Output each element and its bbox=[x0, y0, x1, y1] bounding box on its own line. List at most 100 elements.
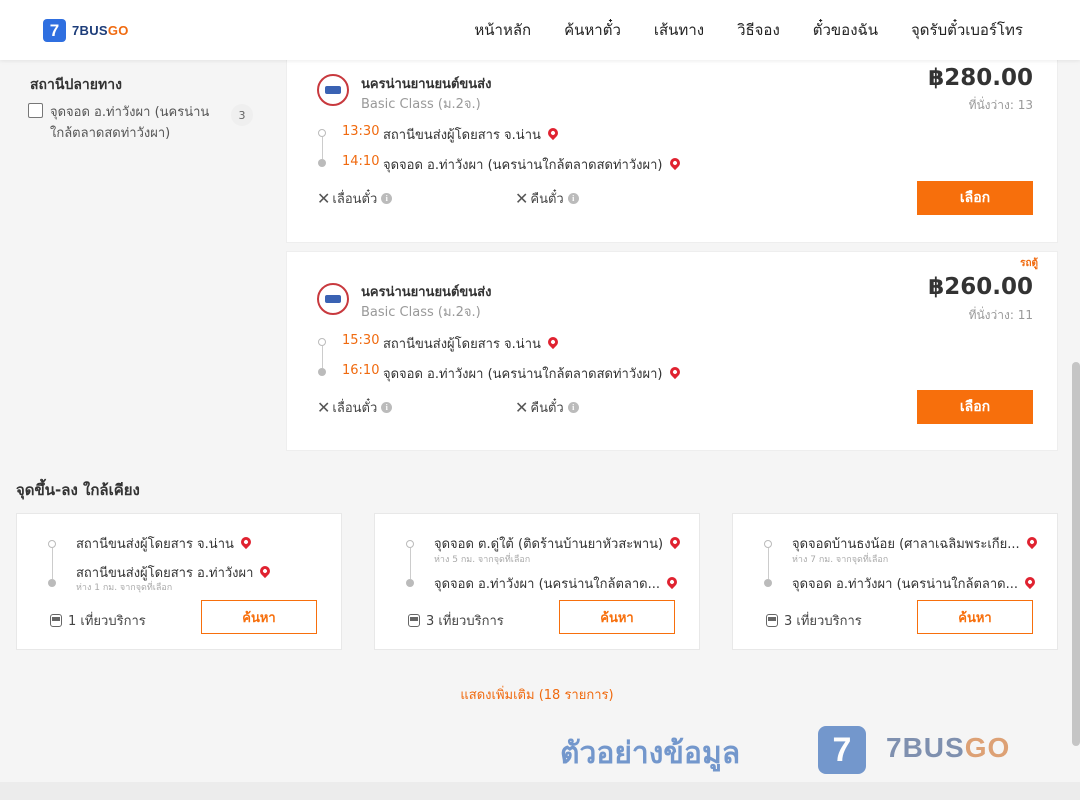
arrive-time: 16:10 bbox=[342, 363, 380, 378]
nav-ticket-pickup[interactable]: จุดรับตั๋วเบอร์โทร bbox=[911, 18, 1023, 42]
map-pin-icon[interactable] bbox=[238, 534, 251, 550]
operator-logo-icon bbox=[317, 74, 349, 106]
info-icon[interactable]: i bbox=[567, 193, 579, 204]
map-pin-icon[interactable] bbox=[667, 155, 682, 171]
map-pin-icon[interactable] bbox=[664, 574, 678, 590]
nav-my-tickets[interactable]: ตั๋วของฉัน bbox=[813, 18, 878, 42]
show-more-link[interactable]: แสดงเพิ่มเติม (18 รายการ) bbox=[0, 684, 1074, 705]
nav-how-to-book[interactable]: วิธีจอง bbox=[737, 18, 780, 42]
vehicle-tag: รถตู้ bbox=[1020, 258, 1038, 269]
nav-routes[interactable]: เส้นทาง bbox=[654, 18, 704, 42]
operator-logo-icon bbox=[317, 283, 349, 315]
depart-time: 13:30 bbox=[342, 124, 380, 139]
operator-name: นครน่านยานยนต์ขนส่ง bbox=[361, 77, 492, 92]
map-pin-icon[interactable] bbox=[1022, 574, 1036, 590]
search-nearby-button[interactable]: ค้นหา bbox=[917, 600, 1033, 634]
nearby-card: จุดจอด ต.ดู่ใต้ (ติดร้านบ้านยาหัวสะพาน) … bbox=[374, 513, 700, 650]
map-pin-icon[interactable] bbox=[545, 334, 560, 350]
map-pin-icon[interactable] bbox=[668, 534, 681, 550]
arrive-time: 14:10 bbox=[342, 154, 380, 169]
site-logo[interactable]: 7 7BUSGO bbox=[43, 19, 129, 42]
info-icon[interactable]: i bbox=[381, 193, 393, 204]
distance-note: ห่าง 7 กม. จากจุดที่เลือก bbox=[792, 555, 889, 565]
nearby-card: จุดจอดบ้านธงน้อย (ศาลาเฉลิมพระเกีย... ห่… bbox=[732, 513, 1058, 650]
destination-checkbox[interactable] bbox=[28, 103, 43, 118]
from-stop: จุดจอด ต.ดู่ใต้ (ติดร้านบ้านยาหัวสะพาน) bbox=[434, 533, 681, 554]
nearby-card: สถานีขนส่งผู้โดยสาร จ.น่าน สถานีขนส่งผู้… bbox=[16, 513, 342, 650]
seats-available: ที่นั่งว่าง: 13 bbox=[968, 98, 1033, 112]
trip-card: นครน่านยานยนต์ขนส่ง Basic Class (ม.2จ.) … bbox=[286, 56, 1058, 243]
map-pin-icon[interactable] bbox=[258, 563, 271, 579]
map-pin-icon[interactable] bbox=[1024, 534, 1037, 550]
map-pin-icon[interactable] bbox=[667, 364, 682, 380]
nearby-stops-title: จุดขึ้น-ลง ใกล้เคียง bbox=[16, 481, 140, 499]
trip-card: รถตู้ นครน่านยานยนต์ขนส่ง Basic Class (ม… bbox=[286, 251, 1058, 451]
arrive-dot bbox=[318, 368, 326, 376]
route-line bbox=[322, 346, 323, 368]
depart-stop: สถานีขนส่งผู้โดยสาร จ.น่าน bbox=[383, 124, 560, 145]
close-icon: ✕ bbox=[317, 189, 331, 208]
destination-filter-title: สถานีปลายทาง bbox=[30, 77, 122, 93]
from-stop: จุดจอดบ้านธงน้อย (ศาลาเฉลิมพระเกีย... bbox=[792, 533, 1037, 554]
depart-time: 15:30 bbox=[342, 333, 380, 348]
route-line bbox=[768, 548, 769, 579]
to-stop: จุดจอด อ.ท่าวังผา (นครน่านใกล้ตลาด... bbox=[792, 573, 1036, 594]
watermark-text: ตัวอย่างข้อมูล bbox=[560, 736, 741, 771]
bus-class: Basic Class (ม.2จ.) bbox=[361, 97, 481, 112]
bus-class: Basic Class (ม.2จ.) bbox=[361, 305, 481, 320]
watermark-brand: 7BUSGO bbox=[886, 732, 1011, 763]
search-nearby-button[interactable]: ค้นหา bbox=[201, 600, 317, 634]
distance-note: ห่าง 1 กม. จากจุดที่เลือก bbox=[76, 583, 173, 593]
close-icon: ✕ bbox=[515, 189, 529, 208]
to-dot bbox=[48, 579, 56, 587]
destination-filter-label: จุดจอด อ.ท่าวังผา (นครน่านใกล้ตลาดสดท่าว… bbox=[50, 105, 210, 141]
to-dot bbox=[406, 579, 414, 587]
trip-count: 1 เที่ยวบริการ bbox=[50, 610, 146, 631]
depart-dot bbox=[318, 338, 326, 346]
route-line bbox=[52, 548, 53, 579]
route-line bbox=[322, 137, 323, 159]
refund-policy: ✕ คืนตั๋ว i bbox=[515, 188, 579, 209]
trip-price: ฿260.00 bbox=[928, 274, 1033, 300]
top-header: 7 7BUSGO หน้าหลัก ค้นหาตั๋ว เส้นทาง วิธี… bbox=[0, 0, 1080, 60]
bus-icon bbox=[766, 614, 778, 627]
arrive-stop: จุดจอด อ.ท่าวังผา (นครน่านใกล้ตลาดสดท่าว… bbox=[383, 154, 682, 175]
depart-stop: สถานีขนส่งผู้โดยสาร จ.น่าน bbox=[383, 333, 560, 354]
nav-search-ticket[interactable]: ค้นหาตั๋ว bbox=[564, 18, 621, 42]
postpone-policy: ✕ เลื่อนตั๋ว i bbox=[317, 397, 393, 418]
to-dot bbox=[764, 579, 772, 587]
select-trip-button[interactable]: เลือก bbox=[917, 181, 1033, 215]
operator-name: นครน่านยานยนต์ขนส่ง bbox=[361, 285, 492, 300]
main-nav: หน้าหลัก ค้นหาตั๋ว เส้นทาง วิธีจอง ตั๋วข… bbox=[441, 0, 1023, 60]
nav-home[interactable]: หน้าหลัก bbox=[474, 18, 531, 42]
destination-filter-count: 3 bbox=[231, 104, 253, 126]
logo-text: 7BUSGO bbox=[72, 23, 129, 38]
trip-price: ฿280.00 bbox=[928, 65, 1033, 91]
select-trip-button[interactable]: เลือก bbox=[917, 390, 1033, 424]
map-pin-icon[interactable] bbox=[545, 125, 560, 141]
from-dot bbox=[764, 540, 772, 548]
bus-icon bbox=[408, 614, 420, 627]
postpone-policy: ✕ เลื่อนตั๋ว i bbox=[317, 188, 393, 209]
info-icon[interactable]: i bbox=[381, 402, 393, 413]
search-nearby-button[interactable]: ค้นหา bbox=[559, 600, 675, 634]
logo-mark: 7 bbox=[43, 19, 66, 42]
from-dot bbox=[48, 540, 56, 548]
from-stop: สถานีขนส่งผู้โดยสาร จ.น่าน bbox=[76, 533, 251, 554]
info-icon[interactable]: i bbox=[567, 402, 579, 413]
trip-count: 3 เที่ยวบริการ bbox=[408, 610, 504, 631]
route-line bbox=[410, 548, 411, 579]
trip-count: 3 เที่ยวบริการ bbox=[766, 610, 862, 631]
watermark-logo-icon: 7 bbox=[818, 726, 866, 774]
seats-available: ที่นั่งว่าง: 11 bbox=[968, 308, 1033, 322]
to-stop: จุดจอด อ.ท่าวังผา (นครน่านใกล้ตลาด... bbox=[434, 573, 678, 594]
bus-icon bbox=[50, 614, 62, 627]
distance-note: ห่าง 5 กม. จากจุดที่เลือก bbox=[434, 555, 531, 565]
refund-policy: ✕ คืนตั๋ว i bbox=[515, 397, 579, 418]
from-dot bbox=[406, 540, 414, 548]
arrive-dot bbox=[318, 159, 326, 167]
footer-band bbox=[0, 782, 1080, 800]
close-icon: ✕ bbox=[515, 398, 529, 417]
depart-dot bbox=[318, 129, 326, 137]
arrive-stop: จุดจอด อ.ท่าวังผา (นครน่านใกล้ตลาดสดท่าว… bbox=[383, 363, 682, 384]
